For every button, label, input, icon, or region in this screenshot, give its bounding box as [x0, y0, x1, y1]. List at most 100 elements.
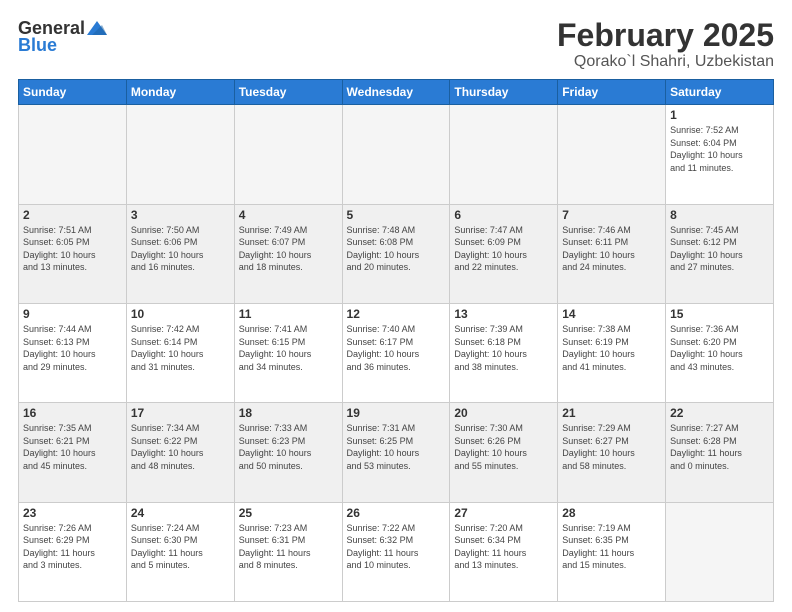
table-row: 2 Sunrise: 7:51 AM Sunset: 6:05 PM Daylig…: [19, 204, 127, 303]
day-number: 18: [239, 406, 338, 420]
header: General Blue February 2025 Qorako`l Shah…: [18, 18, 774, 71]
day-info: Sunrise: 7:27 AM Sunset: 6:28 PM Dayligh…: [670, 422, 769, 472]
table-row: 13 Sunrise: 7:39 AM Sunset: 6:18 PM Dayli…: [450, 303, 558, 402]
location-title: Qorako`l Shahri, Uzbekistan: [557, 53, 774, 71]
day-number: 9: [23, 307, 122, 321]
col-friday: Friday: [558, 80, 666, 105]
day-number: 11: [239, 307, 338, 321]
table-row: 21Sunrise: 7:29 AM Sunset: 6:27 PM Dayli…: [558, 403, 666, 502]
day-number: 12: [347, 307, 446, 321]
day-info: Sunrise: 7:50 AM Sunset: 6:06 PM Dayligh…: [131, 224, 230, 274]
day-number: 6: [454, 208, 553, 222]
day-number: 25: [239, 506, 338, 520]
day-number: 1: [670, 108, 769, 122]
day-info: Sunrise: 7:30 AM Sunset: 6:26 PM Dayligh…: [454, 422, 553, 472]
day-info: Sunrise: 7:24 AM Sunset: 6:30 PM Dayligh…: [131, 522, 230, 572]
day-number: 24: [131, 506, 230, 520]
day-number: 7: [562, 208, 661, 222]
table-row: 19 Sunrise: 7:31 AM Sunset: 6:25 PM Dayli…: [342, 403, 450, 502]
col-tuesday: Tuesday: [234, 80, 342, 105]
day-number: 13: [454, 307, 553, 321]
logo-icon: [87, 21, 107, 37]
day-info: Sunrise: 7:39 AM Sunset: 6:18 PM Dayligh…: [454, 323, 553, 373]
day-number: 14: [562, 307, 661, 321]
table-row: 25Sunrise: 7:23 AM Sunset: 6:31 PM Dayli…: [234, 502, 342, 601]
day-info: Sunrise: 7:34 AM Sunset: 6:22 PM Dayligh…: [131, 422, 230, 472]
table-row: 23 Sunrise: 7:26 AM Sunset: 6:29 PM Dayli…: [19, 502, 127, 601]
table-row: [450, 105, 558, 204]
day-info: Sunrise: 7:44 AM Sunset: 6:13 PM Dayligh…: [23, 323, 122, 373]
day-info: Sunrise: 7:51 AM Sunset: 6:05 PM Dayligh…: [23, 224, 122, 274]
day-info: Sunrise: 7:41 AM Sunset: 6:15 PM Dayligh…: [239, 323, 338, 373]
day-info: Sunrise: 7:47 AM Sunset: 6:09 PM Dayligh…: [454, 224, 553, 274]
day-info: Sunrise: 7:45 AM Sunset: 6:12 PM Dayligh…: [670, 224, 769, 274]
table-row: 18Sunrise: 7:33 AM Sunset: 6:23 PM Dayli…: [234, 403, 342, 502]
table-row: 27Sunrise: 7:20 AM Sunset: 6:34 PM Dayli…: [450, 502, 558, 601]
day-number: 3: [131, 208, 230, 222]
col-thursday: Thursday: [450, 80, 558, 105]
day-info: Sunrise: 7:42 AM Sunset: 6:14 PM Dayligh…: [131, 323, 230, 373]
day-number: 10: [131, 307, 230, 321]
day-info: Sunrise: 7:22 AM Sunset: 6:32 PM Dayligh…: [347, 522, 446, 572]
day-info: Sunrise: 7:36 AM Sunset: 6:20 PM Dayligh…: [670, 323, 769, 373]
day-info: Sunrise: 7:46 AM Sunset: 6:11 PM Dayligh…: [562, 224, 661, 274]
calendar-week-row: 1 Sunrise: 7:52 AM Sunset: 6:04 PM Daylig…: [19, 105, 774, 204]
day-number: 23: [23, 506, 122, 520]
day-number: 16: [23, 406, 122, 420]
day-info: Sunrise: 7:26 AM Sunset: 6:29 PM Dayligh…: [23, 522, 122, 572]
day-info: Sunrise: 7:31 AM Sunset: 6:25 PM Dayligh…: [347, 422, 446, 472]
day-number: 17: [131, 406, 230, 420]
table-row: [19, 105, 127, 204]
col-wednesday: Wednesday: [342, 80, 450, 105]
page: General Blue February 2025 Qorako`l Shah…: [0, 0, 792, 612]
calendar-week-row: 16 Sunrise: 7:35 AM Sunset: 6:21 PM Dayli…: [19, 403, 774, 502]
table-row: 12 Sunrise: 7:40 AM Sunset: 6:17 PM Dayli…: [342, 303, 450, 402]
day-number: 27: [454, 506, 553, 520]
day-info: Sunrise: 7:35 AM Sunset: 6:21 PM Dayligh…: [23, 422, 122, 472]
table-row: 15 Sunrise: 7:36 AM Sunset: 6:20 PM Dayli…: [666, 303, 774, 402]
day-info: Sunrise: 7:52 AM Sunset: 6:04 PM Dayligh…: [670, 124, 769, 174]
table-row: 8 Sunrise: 7:45 AM Sunset: 6:12 PM Daylig…: [666, 204, 774, 303]
day-number: 19: [347, 406, 446, 420]
table-row: 17 Sunrise: 7:34 AM Sunset: 6:22 PM Dayli…: [126, 403, 234, 502]
table-row: [234, 105, 342, 204]
table-row: 6 Sunrise: 7:47 AM Sunset: 6:09 PM Daylig…: [450, 204, 558, 303]
table-row: 10 Sunrise: 7:42 AM Sunset: 6:14 PM Dayli…: [126, 303, 234, 402]
day-number: 28: [562, 506, 661, 520]
day-info: Sunrise: 7:49 AM Sunset: 6:07 PM Dayligh…: [239, 224, 338, 274]
day-info: Sunrise: 7:38 AM Sunset: 6:19 PM Dayligh…: [562, 323, 661, 373]
table-row: 28Sunrise: 7:19 AM Sunset: 6:35 PM Dayli…: [558, 502, 666, 601]
table-row: 9 Sunrise: 7:44 AM Sunset: 6:13 PM Daylig…: [19, 303, 127, 402]
table-row: 22 Sunrise: 7:27 AM Sunset: 6:28 PM Dayli…: [666, 403, 774, 502]
table-row: 1 Sunrise: 7:52 AM Sunset: 6:04 PM Daylig…: [666, 105, 774, 204]
col-monday: Monday: [126, 80, 234, 105]
logo: General Blue: [18, 18, 107, 56]
title-block: February 2025 Qorako`l Shahri, Uzbekista…: [557, 18, 774, 71]
table-row: 20Sunrise: 7:30 AM Sunset: 6:26 PM Dayli…: [450, 403, 558, 502]
day-number: 2: [23, 208, 122, 222]
col-saturday: Saturday: [666, 80, 774, 105]
table-row: 16 Sunrise: 7:35 AM Sunset: 6:21 PM Dayli…: [19, 403, 127, 502]
day-number: 22: [670, 406, 769, 420]
table-row: 14 Sunrise: 7:38 AM Sunset: 6:19 PM Dayli…: [558, 303, 666, 402]
col-sunday: Sunday: [19, 80, 127, 105]
day-number: 4: [239, 208, 338, 222]
calendar-week-row: 9 Sunrise: 7:44 AM Sunset: 6:13 PM Daylig…: [19, 303, 774, 402]
day-number: 8: [670, 208, 769, 222]
day-number: 5: [347, 208, 446, 222]
calendar-table: Sunday Monday Tuesday Wednesday Thursday…: [18, 79, 774, 602]
day-info: Sunrise: 7:40 AM Sunset: 6:17 PM Dayligh…: [347, 323, 446, 373]
month-title: February 2025: [557, 18, 774, 53]
day-info: Sunrise: 7:29 AM Sunset: 6:27 PM Dayligh…: [562, 422, 661, 472]
day-number: 26: [347, 506, 446, 520]
table-row: 3 Sunrise: 7:50 AM Sunset: 6:06 PM Daylig…: [126, 204, 234, 303]
calendar-header-row: Sunday Monday Tuesday Wednesday Thursday…: [19, 80, 774, 105]
table-row: [666, 502, 774, 601]
table-row: 26 Sunrise: 7:22 AM Sunset: 6:32 PM Dayli…: [342, 502, 450, 601]
day-number: 15: [670, 307, 769, 321]
table-row: [342, 105, 450, 204]
day-info: Sunrise: 7:48 AM Sunset: 6:08 PM Dayligh…: [347, 224, 446, 274]
table-row: 5 Sunrise: 7:48 AM Sunset: 6:08 PM Daylig…: [342, 204, 450, 303]
table-row: 7 Sunrise: 7:46 AM Sunset: 6:11 PM Daylig…: [558, 204, 666, 303]
calendar-week-row: 2 Sunrise: 7:51 AM Sunset: 6:05 PM Daylig…: [19, 204, 774, 303]
